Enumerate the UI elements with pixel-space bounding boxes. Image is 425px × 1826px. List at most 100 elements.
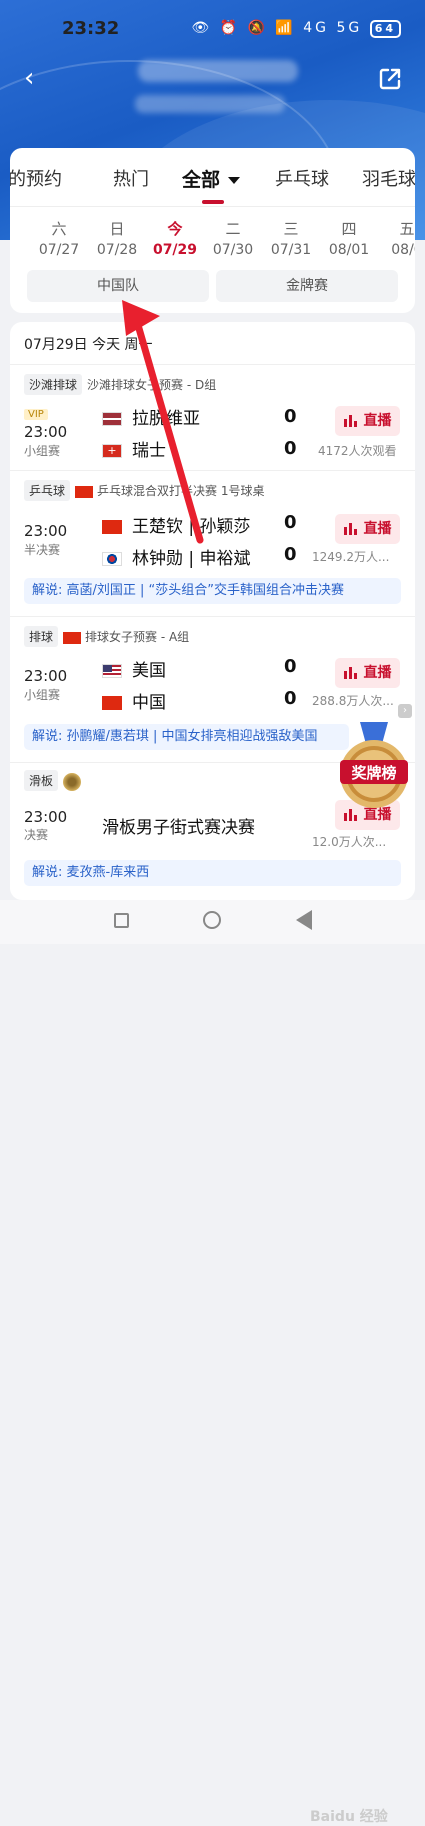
tab-all-label: 全部 [182,169,221,191]
day-weekday: 二 [225,220,241,238]
sport-tag: 排球 [24,626,59,647]
view-count: 288.8万人次... [312,694,394,708]
commentary-bar[interactable]: 解说: 孙鹏耀/惠若琪 | 中国女排亮相迎战强敌美国 [24,724,349,750]
usa-flag-canton [103,665,112,672]
team-name: 林钟勋 | 申裕斌 [132,549,251,569]
live-label: 直播 [363,521,392,537]
live-button[interactable]: 直播 [335,658,400,688]
match-time: 23:00 [24,808,68,826]
day-date: 07/29 [152,242,198,258]
watermark: Baidu 经验 [310,1809,388,1825]
day-item[interactable]: 六 07/27 [34,218,84,258]
match-time: 23:00 [24,667,68,685]
match-header: 沙滩排球 沙滩排球女子预赛 - D组 [24,374,216,395]
tab-table-tennis[interactable]: 乒乓球 [275,165,329,191]
score-1: 0 [284,512,297,533]
day-date: 07/31 [270,242,312,258]
live-label: 直播 [363,665,392,681]
divider [10,616,415,617]
day-item[interactable]: 二 07/30 [208,218,258,258]
sport-tag: 乒乓球 [24,480,71,501]
medal-table-button[interactable]: 奖牌榜 [334,722,414,812]
live-button[interactable]: 直播 [335,406,400,436]
match-stage: 小组赛 [24,444,61,458]
latvia-flag-icon [102,412,122,426]
recent-apps-icon[interactable] [114,913,129,928]
match-stage: 半决赛 [24,543,61,557]
battery-icon: 64 [369,20,401,38]
sport-tag: 沙滩排球 [24,374,83,395]
match-header: 排球 排球女子预赛 - A组 [24,626,189,647]
switzerland-flag-icon: + [102,444,122,458]
gold-medal-filter[interactable]: 金牌赛 [216,270,398,302]
live-button[interactable]: 直播 [335,514,400,544]
team-name: 美国 [132,661,166,681]
day-item[interactable]: 日 07/28 [92,218,142,258]
blurred-subtitle [135,95,285,113]
china-flag-icon [102,696,122,710]
view-count: 1249.2万人... [312,550,390,564]
day-item[interactable]: 五 08/0 [382,218,415,258]
team-name: 王楚钦 | 孙颖莎 [132,517,251,537]
date-heading: 07月29日 今天 周一 [24,337,153,353]
match-stage: 决赛 [24,828,49,842]
day-item-today[interactable]: 今 07/29 [150,218,200,258]
view-count: 12.0万人次... [312,835,387,849]
commentary-bar[interactable]: 解说: 麦孜燕-库来西 [24,860,401,886]
china-flag-icon [102,520,122,534]
team-name: 拉脱维亚 [132,409,200,429]
day-date: 08/01 [328,242,370,258]
team-1: 美国 [102,656,166,681]
schedule-list: 07月29日 今天 周一 沙滩排球 沙滩排球女子预赛 - D组 VIP 23:00… [10,322,415,900]
day-item[interactable]: 四 08/01 [324,218,374,258]
back-icon[interactable]: ‹ [24,65,48,91]
view-count: 4172人次观看 [318,444,397,458]
day-date: 07/30 [212,242,254,258]
event-name: 沙滩排球女子预赛 - D组 [87,378,217,392]
tab-badminton[interactable]: 羽毛球 [362,165,415,191]
share-icon[interactable] [377,66,403,92]
vip-badge: VIP [24,409,48,420]
match-time: 23:00 [24,522,68,540]
chevron-right-icon[interactable]: › [398,704,412,718]
tab-hot[interactable]: 热门 [113,165,149,191]
back-nav-icon[interactable] [296,910,312,930]
commentary-bar[interactable]: 解说: 高菡/刘国正 | “莎头组合”交手韩国组合冲击决赛 [24,578,401,604]
team-name: 中国 [132,693,166,713]
live-bars-icon [343,523,358,535]
score-2: 0 [284,688,297,709]
event-name: 排球女子预赛 - A组 [85,630,190,644]
day-weekday: 六 [51,220,67,238]
korea-flag-icon [102,552,122,566]
score-1: 0 [284,656,297,677]
day-weekday: 四 [341,220,357,238]
live-label: 直播 [363,413,392,429]
tab-my-reservations[interactable]: 我的预约 [10,165,62,191]
status-icon-row: 👁 ⏰ 🔕 📶 4G 5G [191,20,363,36]
day-date: 08/0 [391,242,415,258]
status-time: 23:32 [62,18,120,39]
day-weekday: 三 [283,220,299,238]
day-date: 07/27 [38,242,80,258]
score-2: 0 [284,438,297,459]
team-1: 拉脱维亚 [102,404,200,429]
status-icons: 👁 ⏰ 🔕 📶 4G 5G 64 [191,20,401,38]
divider [10,206,415,207]
tab-all[interactable]: 全部 [182,165,241,192]
score-2: 0 [284,544,297,565]
date-selector: 六 07/27 日 07/28 今 07/29 二 07/30 三 07/31 四 08/0… [10,218,415,258]
team-2: + 瑞士 [102,436,166,461]
day-item[interactable]: 三 07/31 [266,218,316,258]
china-team-filter[interactable]: 中国队 [27,270,209,302]
home-icon[interactable] [203,911,221,929]
team-1: 王楚钦 | 孙颖莎 [102,512,251,537]
chevron-down-icon [228,177,241,184]
usa-flag-icon [102,664,122,678]
system-navigation-bar: Baidu 经验 [0,900,425,1825]
blurred-title [138,60,298,82]
tab-indicator [202,200,224,204]
day-weekday: 今 [167,220,183,238]
sport-tag: 滑板 [24,770,59,791]
match-header: 乒乓球 乒乓球混合双打半决赛 1号球桌 [24,480,264,501]
match-header: 滑板 [24,770,82,791]
